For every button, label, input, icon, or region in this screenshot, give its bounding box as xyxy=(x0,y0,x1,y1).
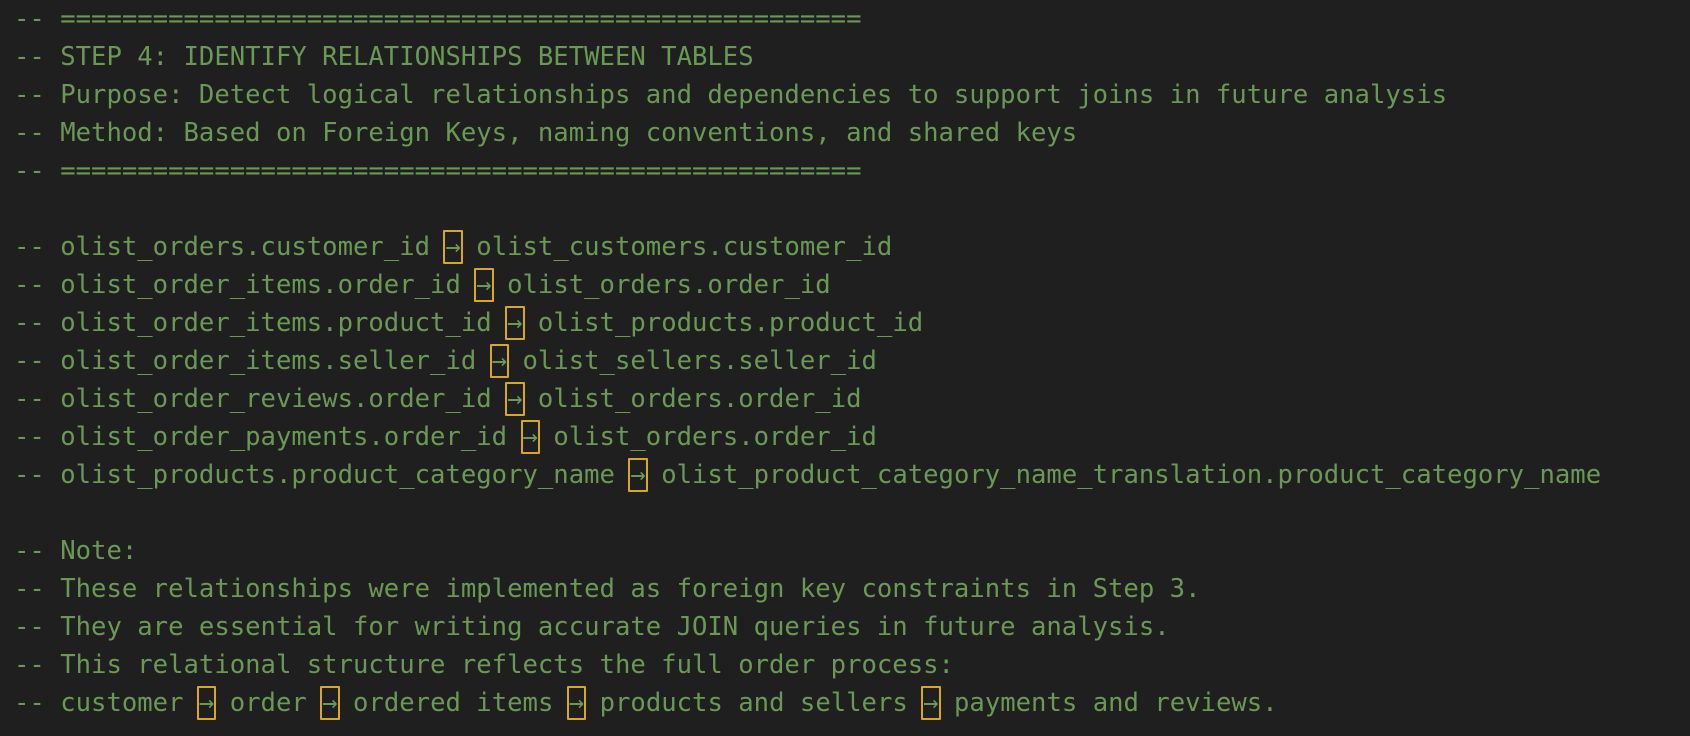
code-editor[interactable]: -- =====================================… xyxy=(14,0,1684,722)
code-text: payments and reviews. xyxy=(938,688,1278,718)
code-text: -- This relational structure reflects th… xyxy=(14,650,954,680)
code-text: -- These relationships were implemented … xyxy=(14,574,1201,604)
code-text: products and sellers xyxy=(584,688,924,718)
code-line: -- olist_order_items.product_id → olist_… xyxy=(14,304,1684,342)
arrow-icon: → xyxy=(443,228,464,266)
code-line: -- olist_orders.customer_id → olist_cust… xyxy=(14,228,1684,266)
code-text: -- customer xyxy=(14,688,199,718)
code-text: -- Method: Based on Foreign Keys, naming… xyxy=(14,118,1078,148)
code-line: -- olist_order_items.order_id → olist_or… xyxy=(14,266,1684,304)
code-line: -- These relationships were implemented … xyxy=(14,570,1684,608)
code-text: -- olist_order_items.seller_id xyxy=(14,346,492,376)
arrow-icon: → xyxy=(628,456,649,494)
code-line: -- =====================================… xyxy=(14,0,1684,38)
code-line: -- Method: Based on Foreign Keys, naming… xyxy=(14,114,1684,152)
code-line: -- olist_order_reviews.order_id → olist_… xyxy=(14,380,1684,418)
code-line: -- Note: xyxy=(14,532,1684,570)
code-text: -- Note: xyxy=(14,536,138,566)
code-text: -- olist_order_items.order_id xyxy=(14,270,477,300)
code-text: -- olist_orders.customer_id xyxy=(14,232,446,262)
code-text: olist_orders.order_id xyxy=(537,422,877,452)
code-text: order xyxy=(214,688,323,718)
arrow-icon: → xyxy=(505,380,526,418)
code-text: -- olist_order_reviews.order_id xyxy=(14,384,508,414)
code-line: -- STEP 4: IDENTIFY RELATIONSHIPS BETWEE… xyxy=(14,38,1684,76)
arrow-icon: → xyxy=(520,418,541,456)
code-text: olist_customers.customer_id xyxy=(460,232,893,262)
code-text: ordered items xyxy=(337,688,569,718)
arrow-icon: → xyxy=(196,684,217,722)
code-text: -- =====================================… xyxy=(14,4,862,34)
code-line: -- olist_order_payments.order_id → olist… xyxy=(14,418,1684,456)
code-text: -- olist_order_items.product_id xyxy=(14,308,508,338)
code-text: -- =====================================… xyxy=(14,156,862,186)
code-text: olist_sellers.seller_id xyxy=(507,346,877,376)
arrow-icon: → xyxy=(320,684,341,722)
code-line: -- This relational structure reflects th… xyxy=(14,646,1684,684)
code-text: -- STEP 4: IDENTIFY RELATIONSHIPS BETWEE… xyxy=(14,42,754,72)
code-text: -- They are essential for writing accura… xyxy=(14,612,1170,642)
code-text: -- Purpose: Detect logical relationships… xyxy=(14,80,1448,110)
arrow-icon: → xyxy=(566,684,587,722)
code-line: -- olist_order_items.seller_id → olist_s… xyxy=(14,342,1684,380)
arrow-icon: → xyxy=(474,266,495,304)
code-line: -- olist_products.product_category_name … xyxy=(14,456,1684,494)
code-text: olist_products.product_id xyxy=(522,308,924,338)
code-text: -- olist_products.product_category_name xyxy=(14,460,631,490)
code-line: -- They are essential for writing accura… xyxy=(14,608,1684,646)
arrow-icon: → xyxy=(505,304,526,342)
code-line: -- =====================================… xyxy=(14,152,1684,190)
code-line: -- customer → order → ordered items → pr… xyxy=(14,684,1684,722)
code-text: -- olist_order_payments.order_id xyxy=(14,422,523,452)
arrow-icon: → xyxy=(489,342,510,380)
code-text: olist_orders.order_id xyxy=(491,270,831,300)
arrow-icon: → xyxy=(921,684,942,722)
code-line: -- Purpose: Detect logical relationships… xyxy=(14,76,1684,114)
code-text: olist_orders.order_id xyxy=(522,384,862,414)
code-text: olist_product_category_name_translation.… xyxy=(645,460,1602,490)
